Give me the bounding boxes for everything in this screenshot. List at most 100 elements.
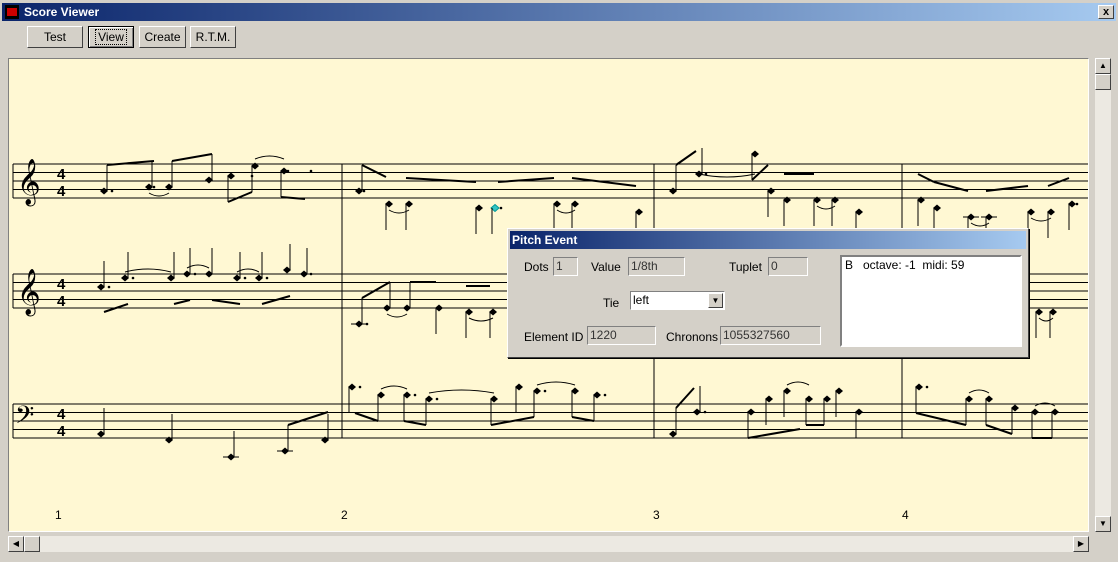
vertical-scrollbar[interactable]: ▲ ▼: [1095, 58, 1111, 532]
time-signature-top: 4: [57, 166, 66, 183]
time-signature-bottom: 4: [57, 183, 66, 200]
note-dot: [413, 393, 417, 397]
vertical-scroll-thumb[interactable]: [1095, 74, 1111, 90]
chevron-down-icon[interactable]: ▼: [708, 293, 723, 308]
measure-number: 4: [902, 508, 909, 522]
horizontal-scroll-thumb[interactable]: [24, 536, 40, 552]
rtm-button[interactable]: R.T.M.: [190, 26, 236, 48]
note-beam: [1047, 177, 1070, 187]
rtm-button-label: R.T.M.: [195, 30, 231, 44]
note-dot: [110, 189, 114, 193]
scroll-left-button[interactable]: ◀: [8, 536, 24, 552]
note-dot: [107, 285, 111, 289]
tie-arc: [124, 268, 172, 273]
tie-arc: [536, 381, 576, 386]
create-button-label: Create: [144, 30, 181, 44]
dots-field[interactable]: 1: [553, 257, 578, 276]
pitch-info-list[interactable]: Boctave: -1 midi: 59: [840, 255, 1022, 347]
tie-arc: [786, 381, 810, 386]
note-dot: [286, 169, 290, 173]
value-label: Value: [591, 260, 621, 274]
score-viewer-window: Score Viewer x Test View Create R.T.M. 𝄞…: [0, 0, 1118, 562]
scroll-right-button[interactable]: ▶: [1073, 536, 1089, 552]
note-beam: [171, 153, 213, 162]
note-beam: [361, 281, 391, 299]
measure-number: 3: [653, 508, 660, 522]
element-id-label: Element ID: [524, 330, 584, 344]
note-beam: [747, 428, 801, 439]
note-dot: [152, 185, 156, 189]
note-dot: [193, 272, 197, 276]
element-id-field[interactable]: 1220: [587, 326, 656, 345]
tie-arc: [148, 192, 170, 197]
note-dot: [925, 385, 929, 389]
list-item-octave: octave: -1: [863, 258, 916, 272]
note-dot: [265, 276, 269, 280]
close-button[interactable]: x: [1098, 5, 1114, 19]
note-beam: [571, 416, 595, 422]
view-button-label: View: [95, 29, 127, 45]
time-signature-top: 4: [57, 276, 66, 293]
treble-clef: 𝄞: [17, 159, 41, 207]
note-dot: [250, 174, 254, 178]
note-dot: [703, 410, 707, 414]
time-signature-bottom: 4: [57, 293, 66, 310]
list-item-note: B: [845, 258, 854, 272]
note-dot: [131, 276, 135, 280]
note-beam: [675, 150, 697, 166]
note-beam: [287, 411, 329, 426]
note-beam: [280, 196, 306, 200]
tie-arc: [428, 389, 495, 394]
value-field[interactable]: 1/8th: [628, 257, 685, 276]
note-beam: [227, 191, 253, 203]
note-dot: [309, 272, 313, 276]
note-beam: [361, 164, 387, 178]
scroll-down-button[interactable]: ▼: [1095, 516, 1111, 532]
measure-number: 1: [55, 508, 62, 522]
scroll-up-button[interactable]: ▲: [1095, 58, 1111, 74]
chronons-label: Chronons: [666, 330, 719, 344]
view-button[interactable]: View: [88, 26, 134, 48]
test-button[interactable]: Test: [27, 26, 83, 48]
treble-clef: 𝄞: [17, 269, 41, 317]
note-beam: [354, 412, 379, 422]
horizontal-scrollbar[interactable]: ◀ ▶: [8, 536, 1089, 552]
note-beam: [675, 387, 695, 409]
tie-arc: [468, 317, 494, 322]
list-item[interactable]: Boctave: -1 midi: 59: [845, 258, 1017, 272]
note-beam: [571, 177, 637, 187]
chronons-field[interactable]: 1055327560: [720, 326, 821, 345]
bass-clef: 𝄢: [15, 401, 34, 436]
note-dot: [603, 393, 607, 397]
note-dot: [243, 276, 247, 280]
title-bar[interactable]: Score Viewer x: [2, 3, 1116, 21]
note-beam: [211, 299, 241, 305]
window-title: Score Viewer: [24, 5, 100, 19]
tie-arc: [386, 313, 408, 318]
measure-number: 2: [341, 508, 348, 522]
create-button[interactable]: Create: [139, 26, 186, 48]
tie-arc: [380, 385, 408, 390]
time-signature-top: 4: [57, 406, 66, 423]
note-dot: [358, 385, 362, 389]
tie-select[interactable]: left ▼: [630, 291, 725, 310]
app-icon: [5, 5, 19, 19]
list-item-midi: midi: 59: [922, 258, 965, 272]
pitch-event-dialog: Pitch Event Dots 1 Value 1/8th Tuplet 0 …: [507, 228, 1029, 358]
note-dot: [543, 389, 547, 393]
tuplet-field[interactable]: 0: [768, 257, 808, 276]
test-button-label: Test: [43, 30, 66, 44]
tie-arc: [698, 173, 756, 178]
note-dot: [362, 189, 366, 193]
tie-select-value: left: [633, 293, 650, 307]
note-dot: [309, 169, 313, 173]
note-beam: [985, 185, 1029, 192]
note-dot: [1075, 202, 1079, 206]
note-beam: [403, 420, 427, 426]
tie-arc: [968, 389, 990, 394]
note-beam: [915, 412, 967, 426]
pitch-event-title[interactable]: Pitch Event: [510, 231, 1026, 249]
note-dot: [499, 206, 503, 210]
tie-arc: [254, 155, 285, 160]
tuplet-label: Tuplet: [729, 260, 762, 274]
